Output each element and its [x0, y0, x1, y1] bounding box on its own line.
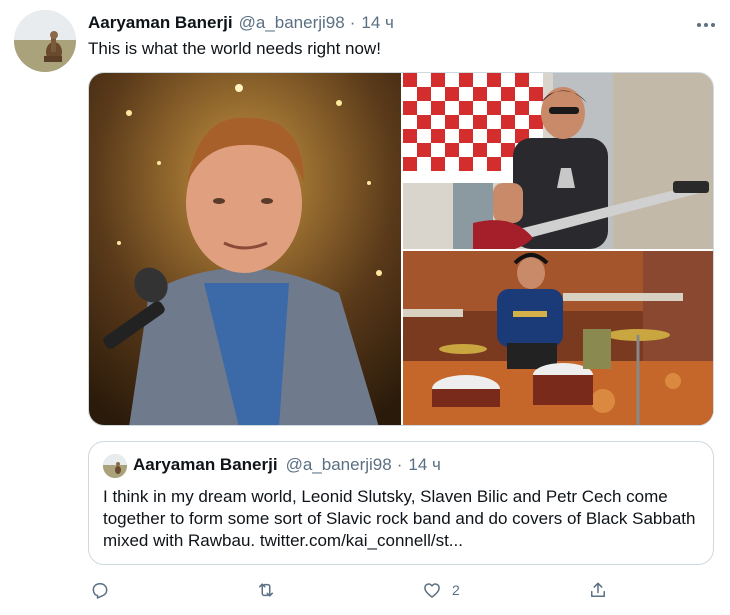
- avatar-image: [14, 10, 76, 72]
- author-name[interactable]: Aaryaman Banerji: [88, 13, 233, 33]
- avatar[interactable]: [14, 10, 76, 72]
- photo-bottom-right[interactable]: [403, 251, 714, 426]
- quoted-avatar[interactable]: [103, 454, 127, 478]
- quoted-author-name: Aaryaman Banerji: [133, 455, 278, 474]
- share-icon: [591, 582, 605, 597]
- quoted-text: I think in my dream world, Leonid Slutsk…: [103, 487, 696, 550]
- quoted-tweet[interactable]: Aaryaman Banerji @a_banerji98 · 14 ч I t…: [88, 441, 714, 565]
- quoted-header: Aaryaman Banerji @a_banerji98 · 14 ч: [133, 455, 441, 475]
- separator-dot: ·: [349, 13, 356, 32]
- retweet-icon: [259, 583, 273, 597]
- like-count: 2: [452, 582, 460, 598]
- photo-top-right[interactable]: [403, 73, 714, 249]
- quoted-author-handle: @a_banerji98: [285, 455, 392, 474]
- author-handle[interactable]: @a_banerji98: [239, 13, 345, 33]
- reply-icon: [92, 583, 108, 599]
- action-bar: 2: [88, 580, 714, 604]
- reply-button[interactable]: [90, 580, 110, 600]
- more-icon[interactable]: [696, 12, 716, 33]
- share-button[interactable]: [588, 580, 608, 600]
- tweet-header: Aaryaman Banerji @a_banerji98 · 14 ч: [88, 12, 714, 34]
- quoted-separator-dot: ·: [396, 455, 403, 474]
- media-grid: [88, 72, 714, 426]
- retweet-button[interactable]: [256, 580, 276, 600]
- quoted-avatar-image: [103, 454, 127, 478]
- heart-icon: [424, 583, 440, 598]
- tweet-text: This is what the world needs right now!: [88, 39, 381, 58]
- like-button[interactable]: 2: [422, 580, 460, 600]
- quoted-timestamp: 14 ч: [408, 455, 441, 474]
- tweet-timestamp[interactable]: 14 ч: [361, 13, 394, 33]
- photo-left[interactable]: [89, 73, 401, 426]
